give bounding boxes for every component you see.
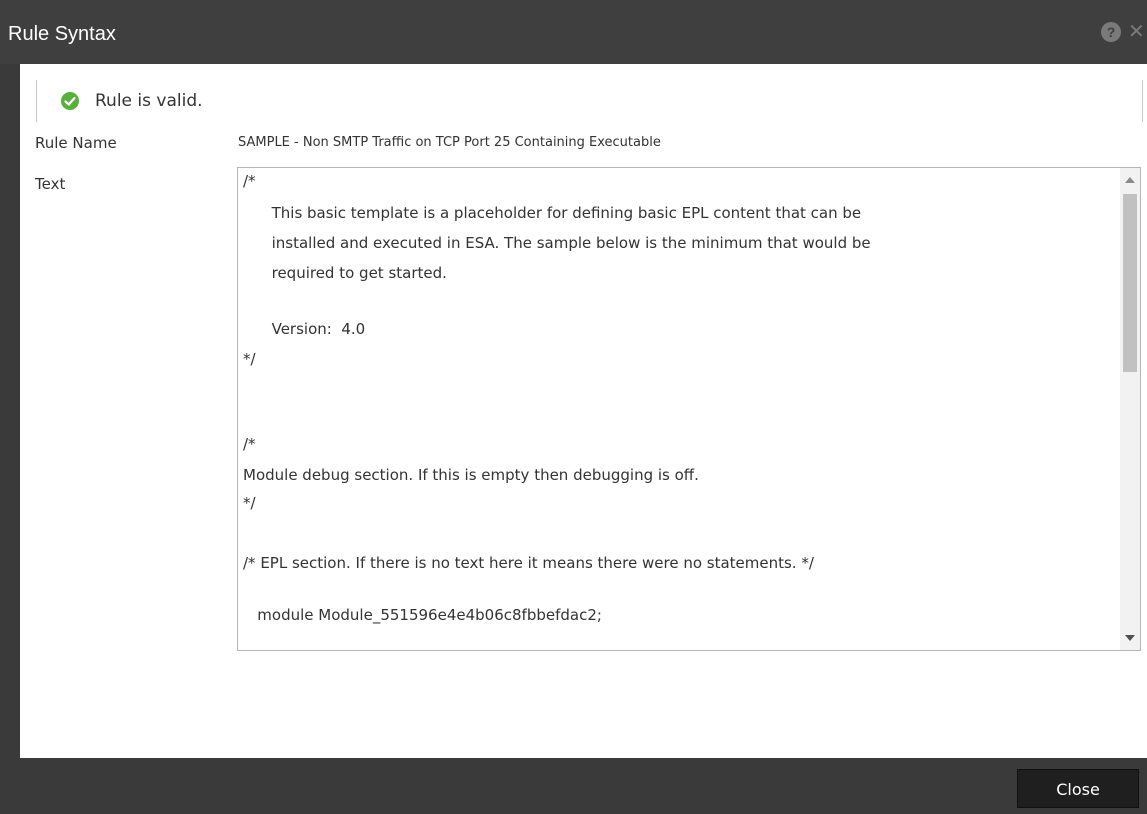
text-line: /* [243,172,256,190]
scroll-thumb[interactable] [1123,194,1137,372]
validation-status: Rule is valid. [36,80,1143,122]
scroll-up-arrow-icon[interactable] [1125,177,1135,183]
rule-text-area[interactable]: /* This basic template is a placeholder … [237,167,1141,651]
check-circle-icon [61,92,79,110]
text-line: Module debug section. If this is empty t… [243,466,699,484]
question-circle-icon[interactable]: ? [1101,22,1121,42]
scroll-down-arrow-icon[interactable] [1125,635,1135,641]
text-scrollbar[interactable] [1120,168,1140,650]
dialog-footer [0,758,1147,814]
text-line: required to get started. [243,264,447,282]
text-line: /* [243,435,256,453]
rule-syntax-dialog: Rule Syntax ? ✕ Rule is valid. Rule Name… [0,0,1147,814]
dialog-title: Rule Syntax [8,23,116,45]
text-line: module Module_551596e4e4b06c8fbbefdac2; [243,606,602,624]
text-line: */ [243,350,256,368]
status-message: Rule is valid. [95,91,203,111]
rule-name-label: Rule Name [35,134,117,152]
text-label: Text [35,175,66,193]
dialog-titlebar: Rule Syntax ? ✕ [0,0,1147,64]
text-line: This basic template is a placeholder for… [243,204,862,222]
text-line: installed and executed in ESA. The sampl… [243,234,871,252]
text-line: */ [243,494,256,512]
text-line: /* EPL section. If there is no text here… [243,554,814,572]
close-button[interactable]: Close [1017,769,1139,808]
dialog-left-border [0,64,20,758]
close-icon[interactable]: ✕ [1128,20,1147,44]
rule-name-value: SAMPLE - Non SMTP Traffic on TCP Port 25… [238,135,661,150]
text-line: Version: 4.0 [243,320,366,338]
